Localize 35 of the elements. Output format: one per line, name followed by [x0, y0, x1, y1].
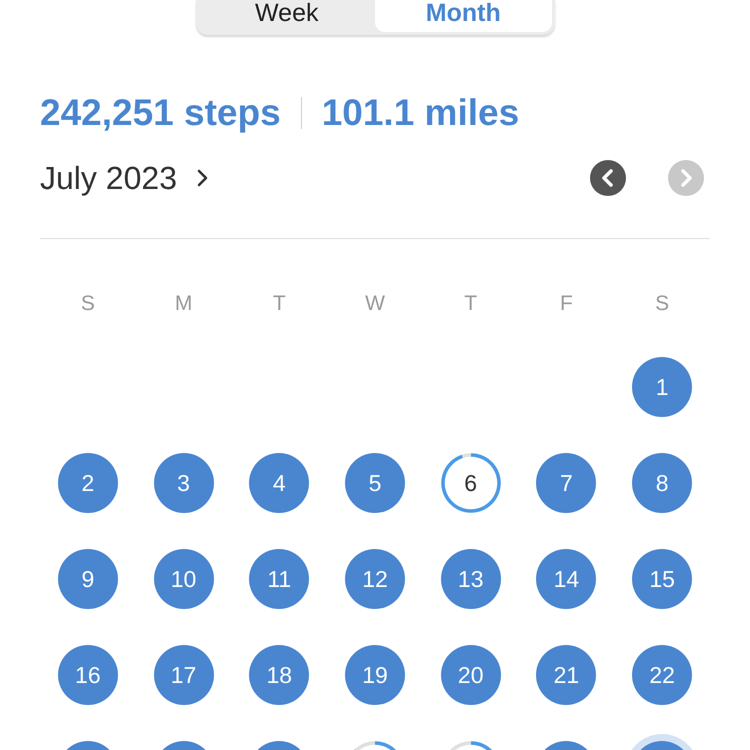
day-circle[interactable]: 13: [440, 549, 501, 609]
segment-tab[interactable]: Week: [198, 0, 375, 32]
day-circle[interactable]: 11: [249, 549, 310, 609]
day-circle[interactable]: 12: [344, 549, 405, 609]
day-circle[interactable]: 16: [58, 645, 118, 705]
day-circle[interactable]: 17: [154, 645, 214, 705]
day-circle[interactable]: 9: [58, 549, 118, 609]
day-circle[interactable]: 19: [344, 645, 405, 705]
day-circle[interactable]: 1: [632, 357, 692, 417]
previous-month-button[interactable]: [590, 160, 626, 196]
day-circle[interactable]: 3: [154, 453, 214, 513]
day-circle[interactable]: 14: [536, 549, 596, 609]
day-circle[interactable]: 15: [632, 549, 692, 609]
weekday-label: S: [80, 291, 96, 317]
day-circle[interactable]: 4: [249, 453, 310, 513]
day-circle[interactable]: 7: [536, 453, 596, 513]
weekday-label: W: [364, 291, 386, 317]
distance-total: 101.1 miles: [322, 92, 520, 134]
day-circle[interactable]: 2: [58, 453, 118, 513]
steps-total: 242,251 steps: [40, 92, 281, 134]
day-circle[interactable]: 5: [344, 453, 405, 513]
segment-tab[interactable]: Month: [375, 0, 552, 32]
month-selector[interactable]: July 2023: [40, 160, 209, 196]
day-circle[interactable]: 21: [536, 645, 596, 705]
day-circle[interactable]: 18: [249, 645, 310, 705]
day-circle[interactable]: 20: [440, 645, 501, 705]
day-circle[interactable]: 10: [154, 549, 214, 609]
weekday-label: F: [559, 291, 574, 317]
weekday-label: T: [463, 291, 478, 317]
day-ring[interactable]: 6: [440, 453, 501, 513]
day-circle[interactable]: 22: [632, 645, 692, 705]
weekday-label: S: [654, 291, 670, 317]
weekday-label: T: [272, 291, 287, 317]
weekday-label: M: [174, 291, 194, 317]
day-circle[interactable]: 8: [632, 453, 692, 513]
